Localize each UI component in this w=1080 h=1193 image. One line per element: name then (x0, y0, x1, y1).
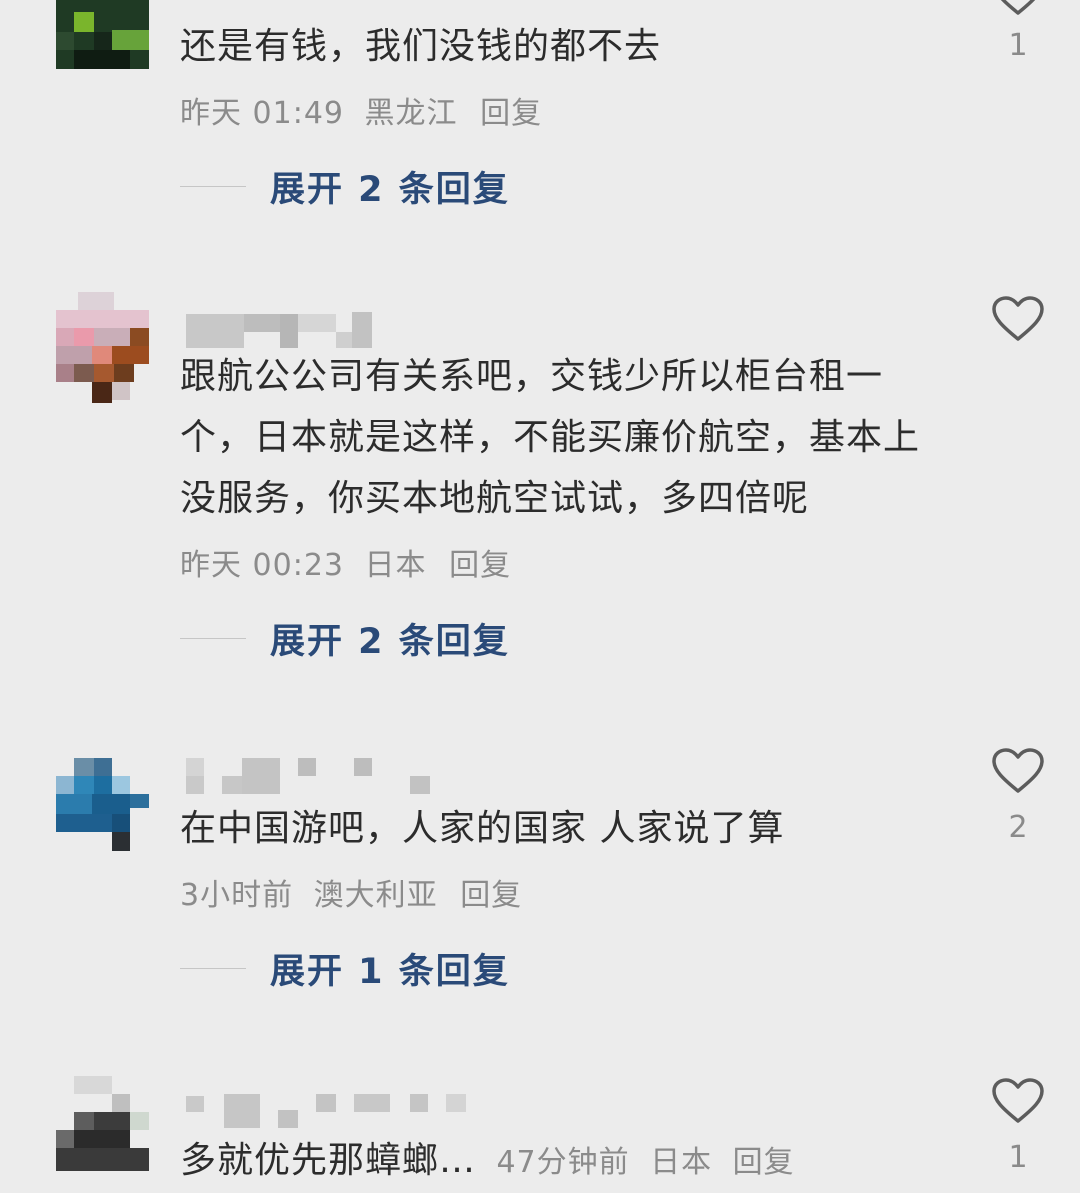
expand-replies-label[interactable]: 展开 2 条回复 (270, 161, 510, 212)
comment-meta: 3小时前 澳大利亚 回复 (180, 870, 522, 914)
reply-button[interactable]: 回复 (733, 1145, 795, 1180)
expand-replies[interactable]: 展开 2 条回复 (180, 618, 510, 662)
comment-location: 日本 (650, 1145, 713, 1180)
divider-line (180, 967, 246, 969)
heart-outline-icon (992, 1078, 1044, 1123)
comment-time: 昨天 00:23 (180, 548, 344, 583)
avatar[interactable] (56, 292, 149, 403)
like-count: 2 (1008, 810, 1028, 845)
comment-location: 日本 (364, 548, 427, 583)
username-redacted[interactable] (186, 758, 436, 802)
comment-meta: 昨天 01:49 黑龙江 回复 (180, 88, 542, 132)
comment-time: 昨天 01:49 (180, 96, 344, 131)
expand-replies-label[interactable]: 展开 1 条回复 (270, 943, 510, 994)
comment-text[interactable]: 多就优先那蟑螂… (180, 1140, 476, 1181)
avatar[interactable] (56, 0, 149, 69)
like-button[interactable] (992, 748, 1044, 794)
reply-button[interactable]: 回复 (449, 548, 511, 583)
expand-replies[interactable]: 展开 2 条回复 (180, 166, 510, 210)
comment-location: 黑龙江 (364, 96, 458, 131)
heart-outline-icon (992, 748, 1044, 793)
comment-meta: 昨天 00:23 日本 回复 (180, 540, 511, 584)
comment-text[interactable]: 还是有钱，我们没钱的都不去 (180, 16, 940, 77)
like-button[interactable] (992, 0, 1044, 16)
like-count: 1 (1008, 28, 1028, 63)
expand-replies[interactable]: 展开 1 条回复 (180, 948, 510, 992)
heart-outline-icon (992, 296, 1044, 341)
comment-text[interactable]: 在中国游吧，人家的国家 人家说了算 (180, 798, 940, 859)
reply-button[interactable]: 回复 (480, 96, 542, 131)
heart-outline-icon (1000, 0, 1036, 15)
comment-text[interactable]: 跟航公公司有关系吧，交钱少所以柜台租一个，日本就是这样，不能买廉价航空，基本上没… (180, 346, 920, 529)
divider-line (180, 637, 246, 639)
avatar[interactable] (56, 758, 149, 851)
comment-time: 3小时前 (180, 878, 294, 913)
comment-location: 澳大利亚 (313, 878, 438, 913)
like-count: 1 (1008, 1140, 1028, 1175)
reply-button[interactable]: 回复 (460, 878, 522, 913)
avatar[interactable] (56, 1076, 149, 1171)
expand-replies-label[interactable]: 展开 2 条回复 (270, 613, 510, 664)
like-button[interactable] (992, 296, 1044, 342)
like-button[interactable] (992, 1078, 1044, 1124)
divider-line (180, 185, 246, 187)
comment-row: 多就优先那蟑螂… 47分钟前 日本 回复 (180, 1130, 940, 1193)
comment-time: 47分钟前 (496, 1145, 630, 1180)
